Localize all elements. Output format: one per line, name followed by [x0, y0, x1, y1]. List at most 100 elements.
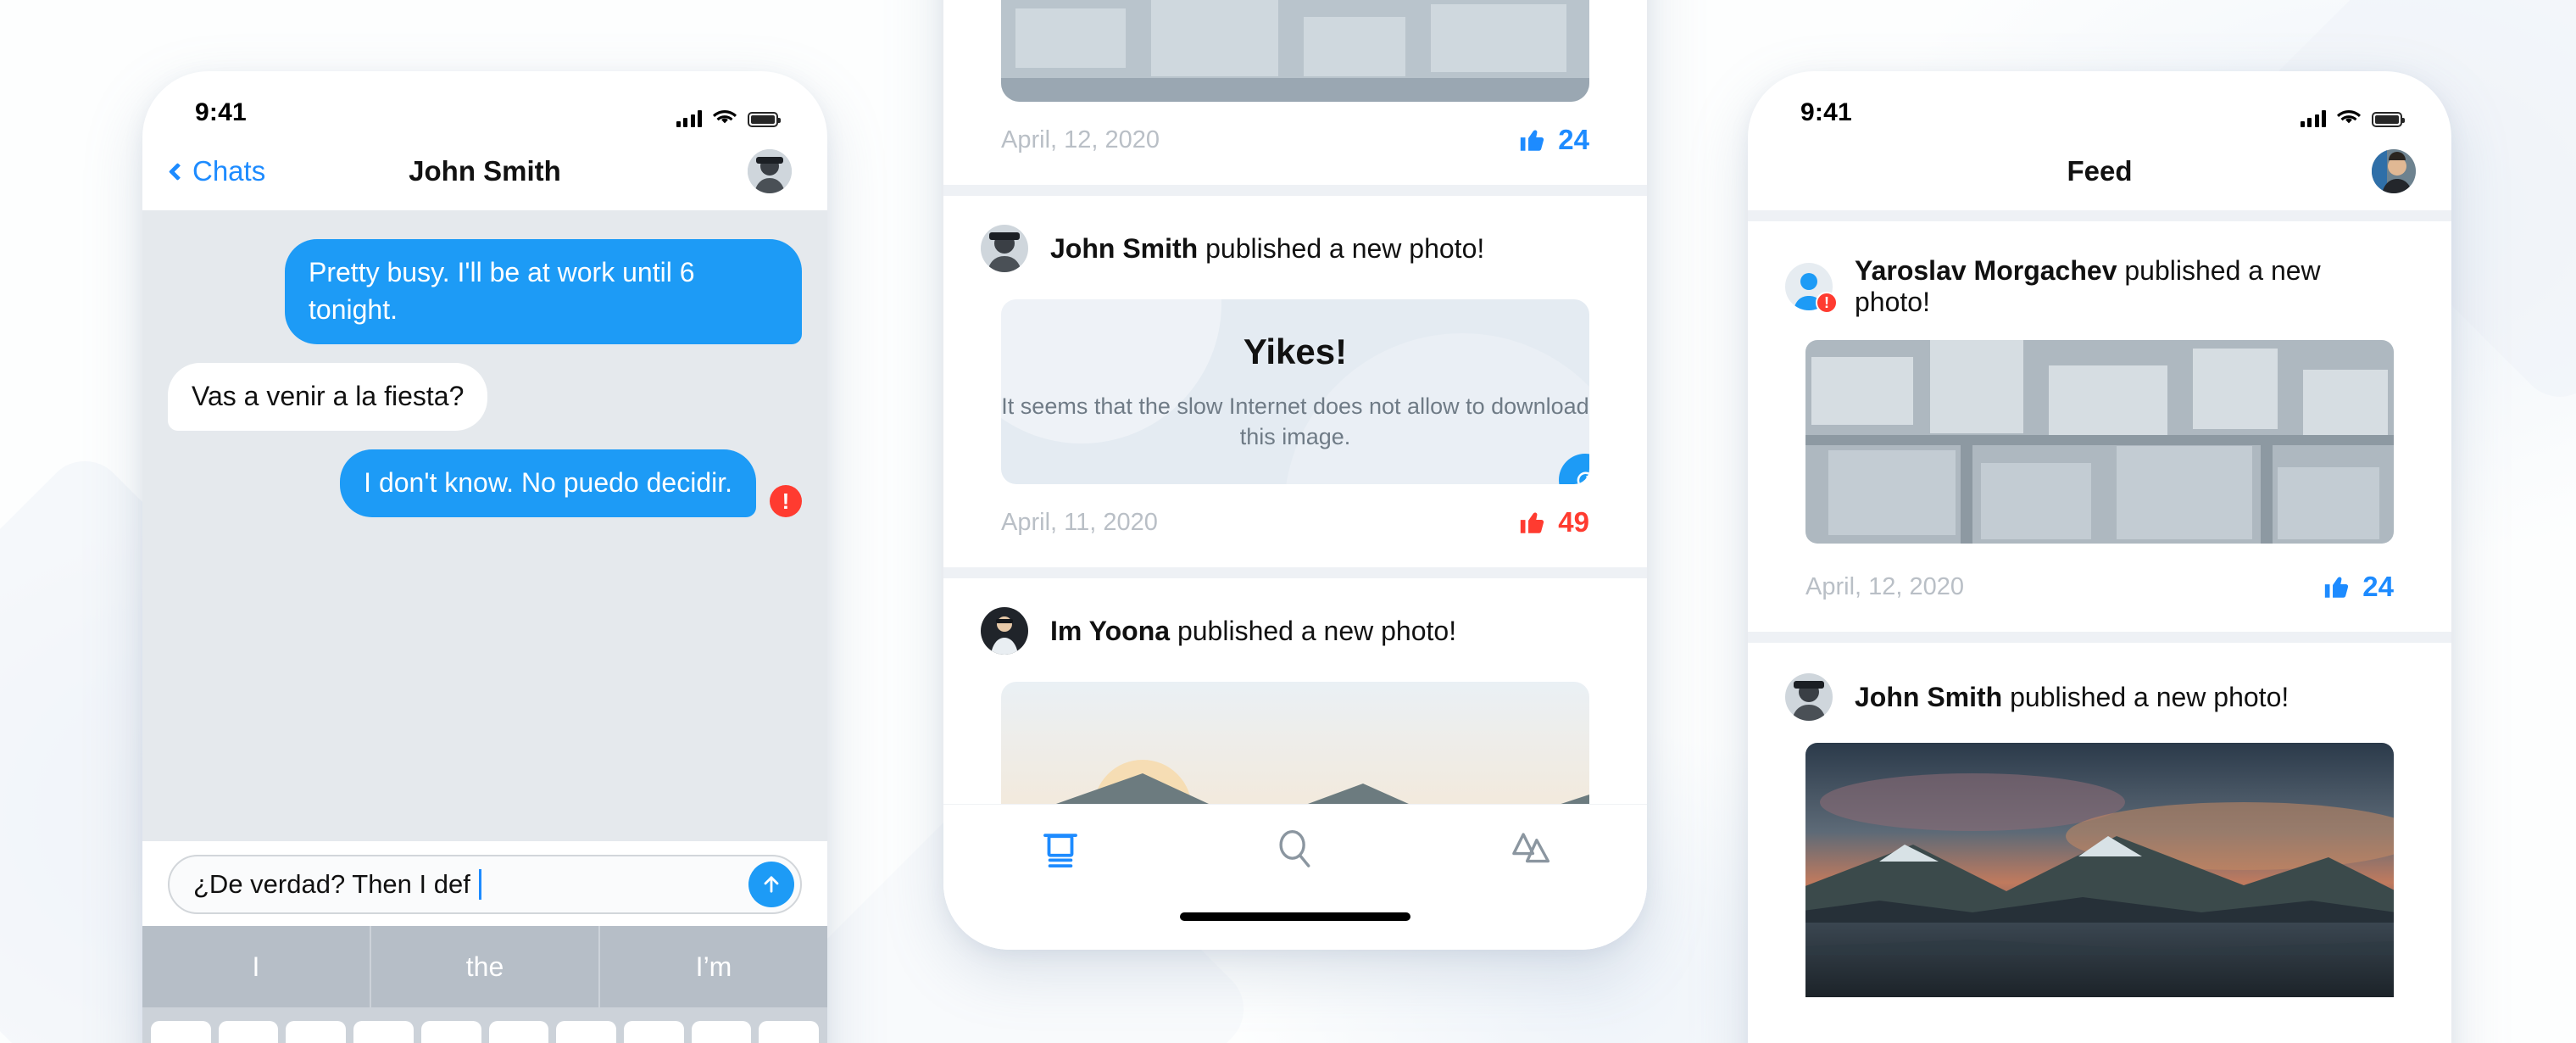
- post-header: John Smith published a new photo!: [1748, 643, 2451, 721]
- keyboard-key[interactable]: [286, 1021, 347, 1043]
- keyboard-key[interactable]: [759, 1021, 820, 1043]
- chat-message-list[interactable]: Pretty busy. I'll be at work until 6 ton…: [142, 210, 827, 841]
- post-photo[interactable]: [1805, 340, 2394, 544]
- post-author: John Smith: [1050, 232, 1199, 264]
- status-icons: [676, 109, 781, 127]
- on-screen-keyboard[interactable]: [142, 1007, 827, 1043]
- status-bar: 9:41: [1748, 71, 2451, 132]
- error-message: It seems that the slow Internet does not…: [1001, 393, 1589, 449]
- phone-chat: 9:41 Chats John Smith Pretty busy. I'll …: [142, 71, 827, 1043]
- message-row: Pretty busy. I'll be at work until 6 ton…: [168, 239, 810, 344]
- page-title: Feed: [2067, 155, 2133, 187]
- chevron-left-icon: [168, 162, 187, 181]
- post-header: ! Yaroslav Morgachev published a new pho…: [1748, 221, 2451, 318]
- feed-divider: [1748, 210, 2451, 221]
- text-caret: [478, 869, 481, 900]
- post-action: published a new photo!: [1170, 615, 1457, 646]
- wifi-icon: [713, 110, 737, 124]
- avatar[interactable]: [2372, 149, 2416, 193]
- post-title: Yaroslav Morgachev published a new photo…: [1855, 255, 2394, 318]
- shapes-icon: [1511, 833, 1549, 863]
- feed-divider: [1748, 632, 2451, 643]
- like-button[interactable]: 24: [1518, 124, 1589, 156]
- message-composer: ¿De verdad? Then I def: [142, 841, 827, 926]
- tab-search[interactable]: [1178, 827, 1413, 873]
- suggestion-0[interactable]: I: [142, 926, 370, 1007]
- feed-navbar: Feed: [1748, 132, 2451, 210]
- post-header: Im Yoona published a new photo!: [943, 578, 1647, 655]
- home-indicator: [1180, 912, 1410, 921]
- wifi-icon: [2337, 110, 2361, 124]
- thumbs-up-icon: [2325, 577, 2349, 598]
- back-button[interactable]: Chats: [168, 155, 266, 187]
- tab-bar: [943, 804, 1647, 950]
- keyboard-key[interactable]: [353, 1021, 414, 1043]
- tab-feed[interactable]: [943, 827, 1178, 873]
- post-title: John Smith published a new photo!: [1855, 682, 2289, 713]
- phone-feed-right: 9:41 Feed ! Yaroslav Morgachev published…: [1748, 71, 2451, 1043]
- post-action: published a new photo!: [2002, 681, 2289, 712]
- suggestion-2[interactable]: I’m: [598, 926, 827, 1007]
- message-row: I don't know. No puedo decidir. !: [168, 449, 802, 517]
- like-count: 49: [1558, 506, 1589, 538]
- keyboard-key[interactable]: [218, 1021, 279, 1043]
- message-row: Vas a venir a la fiesta?: [159, 363, 802, 431]
- post-date: April, 12, 2020: [1001, 125, 1160, 153]
- like-count: 24: [1558, 124, 1589, 155]
- post-author: John Smith: [1855, 681, 2003, 712]
- feed-divider: [943, 567, 1647, 578]
- status-bar: 9:41: [142, 71, 827, 132]
- status-badge: !: [1816, 292, 1838, 314]
- keyboard-key[interactable]: [623, 1021, 684, 1043]
- tab-shapes[interactable]: [1412, 827, 1647, 873]
- back-label: Chats: [192, 155, 266, 187]
- keyboard-key[interactable]: [691, 1021, 752, 1043]
- post-meta: April, 12, 2020 24: [1748, 544, 2451, 632]
- suggestion-1[interactable]: the: [370, 926, 598, 1007]
- message-bubble-incoming[interactable]: Vas a venir a la fiesta?: [159, 363, 488, 431]
- feed-divider: [943, 185, 1647, 196]
- image-error-card: Yikes! It seems that the slow Internet d…: [1001, 299, 1589, 484]
- like-button[interactable]: 24: [2323, 571, 2394, 603]
- post-header: John Smith published a new photo!: [943, 196, 1647, 272]
- chat-navbar: Chats John Smith: [142, 132, 827, 210]
- like-button[interactable]: 49: [1518, 506, 1589, 538]
- avatar[interactable]: [981, 607, 1028, 655]
- status-time: 9:41: [1800, 98, 1852, 126]
- feed-icon: [1043, 834, 1078, 868]
- battery-icon: [748, 112, 781, 127]
- keyboard-suggestions: I the I’m: [142, 926, 827, 1007]
- message-bubble-outgoing[interactable]: Pretty busy. I'll be at work until 6 ton…: [285, 239, 810, 344]
- refresh-icon: [1577, 471, 1589, 484]
- avatar[interactable]: [1785, 673, 1833, 721]
- message-input[interactable]: ¿De verdad? Then I def: [168, 855, 802, 914]
- post-photo[interactable]: [1805, 743, 2394, 997]
- message-input-value: ¿De verdad? Then I def: [193, 869, 470, 899]
- message-error-badge[interactable]: !: [770, 485, 802, 517]
- post-meta: April, 12, 2020 24: [943, 102, 1647, 185]
- post-author: Im Yoona: [1050, 615, 1171, 646]
- keyboard-key[interactable]: [420, 1021, 481, 1043]
- keyboard-key[interactable]: [556, 1021, 616, 1043]
- post-date: April, 12, 2020: [1805, 572, 1965, 600]
- keyboard-key[interactable]: [488, 1021, 549, 1043]
- signal-bars-icon: [676, 110, 702, 127]
- search-icon: [1279, 829, 1310, 867]
- message-bubble-outgoing[interactable]: I don't know. No puedo decidir.: [340, 449, 765, 517]
- status-icons: [2300, 109, 2405, 127]
- post-meta: April, 11, 2020 49: [943, 484, 1647, 567]
- keyboard-key[interactable]: [151, 1021, 211, 1043]
- page-root: 9:41 Chats John Smith Pretty busy. I'll …: [0, 0, 2576, 1043]
- avatar[interactable]: [981, 225, 1028, 272]
- phone-feed-middle: April, 12, 2020 24 John Smith published …: [943, 0, 1647, 950]
- arrow-up-icon: [764, 876, 779, 893]
- post-author: Yaroslav Morgachev: [1855, 255, 2117, 286]
- post-action: published a new photo!: [1198, 232, 1485, 264]
- status-time: 9:41: [195, 98, 247, 126]
- send-button[interactable]: [748, 862, 794, 907]
- avatar[interactable]: [748, 149, 792, 193]
- avatar[interactable]: !: [1785, 263, 1838, 314]
- post-photo[interactable]: [1001, 0, 1589, 102]
- thumbs-up-icon: [1521, 512, 1544, 533]
- thumbs-up-icon: [1521, 130, 1544, 151]
